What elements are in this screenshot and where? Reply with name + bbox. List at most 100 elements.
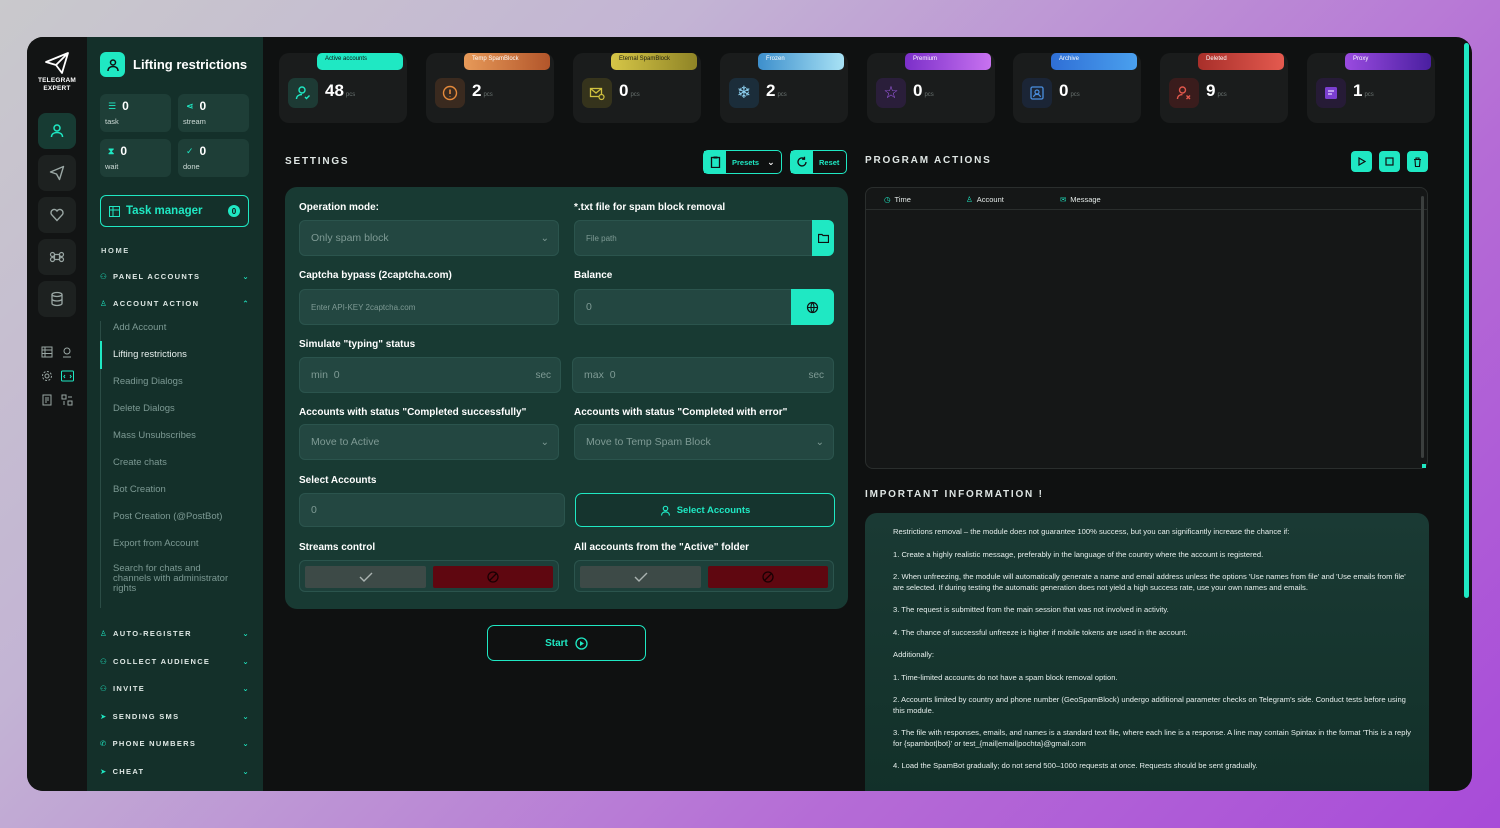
card-temp-spamblock[interactable]: Temp SpamBlock 2 pcs: [426, 53, 554, 123]
max-label: max: [584, 369, 604, 381]
section-auto-register[interactable]: ♙ AUTO-REGISTER ⌄: [100, 626, 250, 640]
file-path-input[interactable]: File path: [574, 220, 834, 256]
stat-stream: ⋖ 0 stream: [178, 94, 249, 132]
card-tag: Premium: [905, 53, 991, 70]
all-accounts-enable-button[interactable]: [580, 566, 701, 588]
rail-command-button[interactable]: [38, 239, 76, 275]
presets-dropdown[interactable]: Presets ⌄: [703, 150, 782, 174]
check-icon: [359, 572, 372, 582]
subnav-item-post-creation[interactable]: Post Creation (@PostBot): [101, 510, 250, 537]
typing-max-input[interactable]: max 0 sec: [572, 357, 834, 393]
subnav-item-create-chats[interactable]: Create chats: [101, 456, 250, 483]
document-icon[interactable]: [40, 393, 54, 407]
section-collect-audience[interactable]: ⚇ COLLECT AUDIENCE ⌄: [100, 654, 250, 668]
success-action-select[interactable]: Move to Active ⌄: [299, 424, 559, 460]
streams-disable-button[interactable]: [433, 566, 553, 588]
log-scroll-handle[interactable]: [1422, 464, 1426, 468]
section-panel-accounts[interactable]: ⚇ PANEL ACCOUNTS ⌄: [100, 269, 250, 283]
hourglass-icon: ⧗: [108, 145, 115, 156]
home-link[interactable]: HOME: [101, 246, 130, 255]
command-icon: [49, 251, 65, 263]
card-deleted[interactable]: Deleted 9 pcs: [1160, 53, 1288, 123]
chevron-down-icon: ⌄: [540, 436, 549, 448]
user-icon: ♙: [966, 195, 973, 204]
card-active-accounts[interactable]: Active accounts 48 pcs: [279, 53, 407, 123]
paper-plane-logo-icon: [45, 52, 69, 74]
user-icon: [100, 52, 125, 77]
stop-button[interactable]: [1379, 151, 1400, 172]
users-icon: ⚇: [100, 683, 109, 693]
log-scrollbar[interactable]: [1421, 196, 1424, 458]
card-value: 48 pcs: [325, 81, 356, 100]
rail-send-button[interactable]: [38, 155, 76, 191]
rail-favorites-button[interactable]: [38, 197, 76, 233]
card-tag: Eternal SpamBlock: [611, 53, 697, 70]
page-scrollbar[interactable]: [1464, 43, 1469, 598]
share-icon: ⋖: [186, 100, 194, 111]
account-action-subnav: Add Account Lifting restrictions Reading…: [100, 321, 250, 608]
typing-min-input[interactable]: min 0 sec: [299, 357, 561, 393]
stop-icon: [1385, 157, 1394, 166]
all-accounts-disable-button[interactable]: [708, 566, 828, 588]
card-frozen[interactable]: Frozen ❄ 2 pcs: [720, 53, 848, 123]
card-value: 1 pcs: [1353, 81, 1374, 100]
all-accounts-label: All accounts from the "Active" folder: [574, 542, 750, 553]
location-icon[interactable]: [60, 345, 74, 359]
section-sending-sms[interactable]: ➤ SENDING SMS ⌄: [100, 709, 250, 723]
folder-icon[interactable]: [812, 220, 834, 256]
globe-icon[interactable]: [791, 289, 834, 325]
grid-icon[interactable]: [60, 393, 74, 407]
clear-log-button[interactable]: [1407, 151, 1428, 172]
info-paragraph: 1. Time-limited accounts do not have a s…: [893, 672, 1118, 682]
section-phone-numbers[interactable]: ✆ PHONE NUMBERS ⌄: [100, 736, 250, 750]
select-accounts-button[interactable]: Select Accounts: [575, 493, 835, 527]
section-account-action[interactable]: ♙ ACCOUNT ACTION ⌃: [100, 296, 250, 310]
app-logo: TELEGRAM EXPERT: [35, 51, 79, 93]
section-label: AUTO-REGISTER: [113, 628, 192, 638]
card-archive[interactable]: Archive 0 pcs: [1013, 53, 1141, 123]
settings-icon[interactable]: [40, 369, 54, 383]
subnav-item-lifting-restrictions[interactable]: Lifting restrictions: [100, 341, 250, 375]
card-proxy[interactable]: Proxy 1 pcs: [1307, 53, 1435, 123]
play-button[interactable]: [1351, 151, 1372, 172]
subnav-item-search-chats[interactable]: Search for chats and channels with admin…: [101, 564, 250, 608]
task-manager-button[interactable]: Task manager 0: [100, 195, 249, 227]
settings-title: SETTINGS: [285, 156, 350, 167]
card-tag: Frozen: [758, 53, 844, 70]
operation-mode-select[interactable]: Only spam block ⌄: [299, 220, 559, 256]
subnav-item-bot-creation[interactable]: Bot Creation: [101, 483, 250, 510]
info-paragraph: 3. The request is submitted from the mai…: [893, 605, 1169, 614]
balance-value: 0: [586, 301, 592, 313]
code-window-icon[interactable]: [60, 369, 74, 383]
streams-enable-button[interactable]: [305, 566, 426, 588]
reset-button[interactable]: Reset: [790, 150, 847, 174]
check-icon: [634, 572, 647, 582]
user-x-icon: [1169, 78, 1199, 108]
section-invite[interactable]: ⚇ INVITE ⌄: [100, 681, 250, 695]
card-eternal-spamblock[interactable]: Eternal SpamBlock 0 pcs: [573, 53, 701, 123]
subnav-item-mass-unsubscribes[interactable]: Mass Unsubscribes: [101, 429, 250, 456]
rail-accounts-button[interactable]: [38, 113, 76, 149]
sidebar-title: Lifting restrictions: [100, 52, 247, 77]
table-icon[interactable]: [40, 345, 54, 359]
log-column-time: ◷ Time: [884, 195, 911, 204]
block-icon: [762, 571, 774, 583]
refresh-icon: [791, 151, 813, 173]
captcha-api-key-input[interactable]: Enter API-KEY 2captcha.com: [299, 289, 559, 325]
card-premium[interactable]: Premium ☆ 0 pcs: [867, 53, 995, 123]
important-info-title: IMPORTANT INFORMATION !: [865, 489, 1044, 500]
log-column-message: ✉ Message: [1060, 195, 1101, 204]
section-cheat[interactable]: ➤ CHEAT ⌄: [100, 764, 250, 778]
rail-database-button[interactable]: [38, 281, 76, 317]
subnav-item-export-from-account[interactable]: Export from Account: [101, 537, 250, 564]
info-paragraph: 3. The file with responses, emails, and …: [893, 728, 1411, 748]
info-paragraph: 4. The chance of successful unfreeze is …: [893, 627, 1188, 637]
subnav-item-add-account[interactable]: Add Account: [101, 321, 250, 348]
users-icon: ⚇: [100, 656, 109, 666]
error-action-select[interactable]: Move to Temp Spam Block ⌄: [574, 424, 834, 460]
send-icon: ➤: [100, 766, 108, 776]
subnav-item-reading-dialogs[interactable]: Reading Dialogs: [101, 375, 250, 402]
start-button[interactable]: Start: [487, 625, 646, 661]
subnav-item-delete-dialogs[interactable]: Delete Dialogs: [101, 402, 250, 429]
chevron-down-icon: ⌄: [242, 271, 250, 281]
